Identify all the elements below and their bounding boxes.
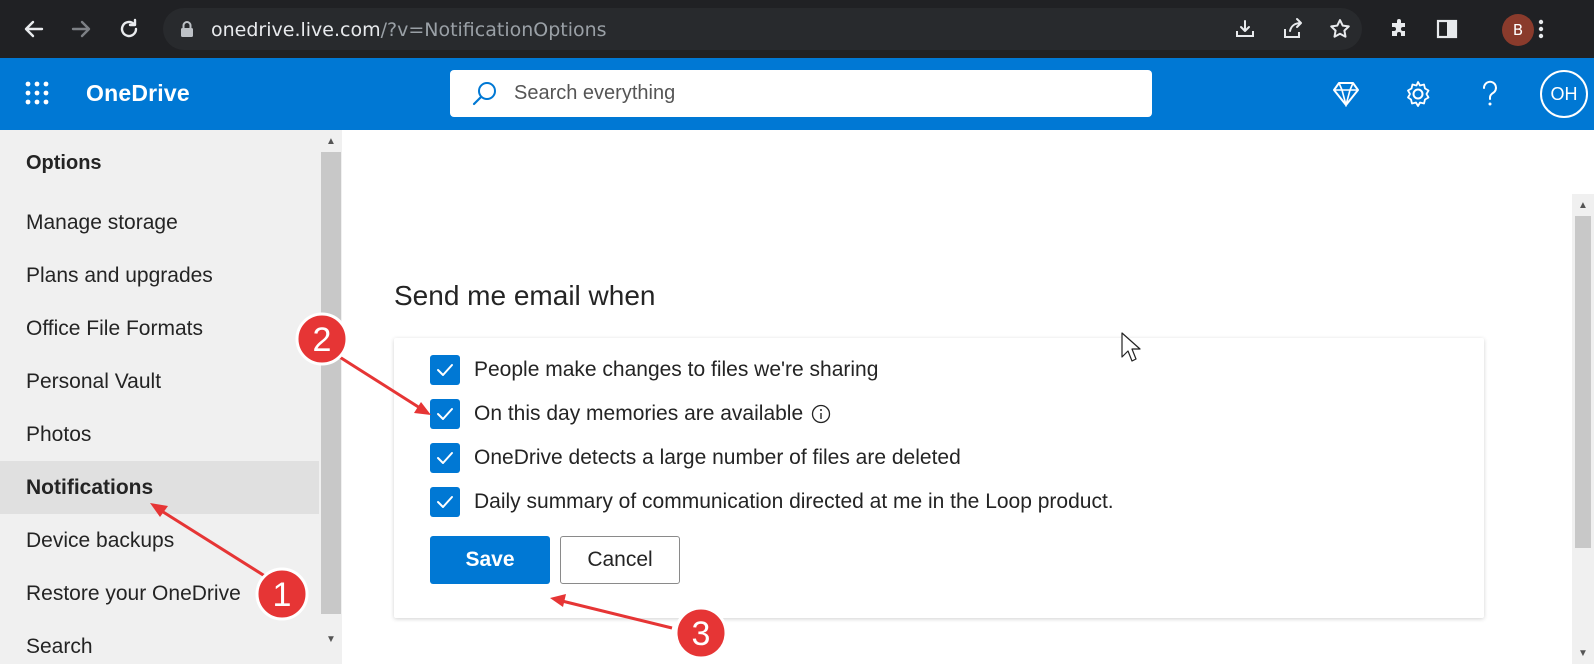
- sidebar-item-plans-and-upgrades[interactable]: Plans and upgrades: [0, 249, 319, 302]
- checkmark-icon: [437, 408, 453, 420]
- option-label: On this day memories are available: [474, 402, 804, 425]
- sidebar-scrollbar[interactable]: ▲ ▼: [320, 130, 342, 664]
- reload-icon: [120, 18, 138, 38]
- scrollbar-thumb[interactable]: [321, 152, 341, 614]
- cancel-button[interactable]: Cancel: [560, 536, 680, 584]
- option-label: People make changes to files we're shari…: [474, 358, 879, 381]
- gear-icon: [1407, 81, 1430, 107]
- save-button[interactable]: Save: [430, 536, 550, 584]
- back-button[interactable]: [17, 12, 51, 46]
- download-screen-icon: [1236, 20, 1254, 37]
- search-input[interactable]: [514, 78, 1114, 108]
- scroll-down-arrow[interactable]: ▼: [320, 630, 342, 648]
- forward-button[interactable]: [64, 12, 98, 46]
- app-brand[interactable]: OneDrive: [86, 80, 190, 107]
- checkbox-on-this-day[interactable]: [430, 399, 460, 429]
- url-text: onedrive.live.com/?v=NotificationOptions: [211, 19, 607, 41]
- question-mark-icon: [1482, 80, 1497, 106]
- diamond-icon: [1333, 82, 1359, 107]
- checkbox-mass-delete[interactable]: [430, 443, 460, 473]
- sidebar-item-office-file-formats[interactable]: Office File Formats: [0, 302, 319, 355]
- checkmark-icon: [437, 364, 453, 376]
- side-panel-icon: [1436, 19, 1458, 39]
- kebab-menu-icon: [1538, 19, 1544, 39]
- scroll-up-arrow[interactable]: ▲: [320, 132, 342, 150]
- app-launcher-button[interactable]: [22, 78, 52, 108]
- info-icon[interactable]: [811, 404, 831, 424]
- checkbox-file-changes[interactable]: [430, 355, 460, 385]
- share-button[interactable]: [1276, 12, 1310, 46]
- main-content: Send me email when People make changes t…: [342, 130, 1594, 664]
- star-icon: [1330, 19, 1350, 38]
- extensions-button[interactable]: [1383, 12, 1417, 46]
- waffle-icon: [25, 81, 49, 105]
- notification-options-card: People make changes to files we're shari…: [394, 338, 1484, 618]
- option-row: On this day memories are available: [430, 398, 831, 430]
- arrow-right-icon: [71, 20, 91, 38]
- main-scrollbar[interactable]: ▲ ▼: [1572, 194, 1594, 664]
- scroll-down-arrow[interactable]: ▼: [1572, 644, 1594, 662]
- app-header: OneDrive OH: [0, 58, 1594, 130]
- search-box[interactable]: [450, 70, 1152, 117]
- option-row: OneDrive detects a large number of files…: [430, 442, 961, 474]
- sidebar-item-search[interactable]: Search: [0, 620, 319, 664]
- side-panel-button[interactable]: [1430, 12, 1464, 46]
- address-bar[interactable]: onedrive.live.com/?v=NotificationOptions: [163, 8, 1362, 50]
- browser-menu-button[interactable]: [1524, 12, 1558, 46]
- arrow-left-icon: [24, 20, 44, 38]
- premium-button[interactable]: [1328, 76, 1364, 112]
- sidebar-item-manage-storage[interactable]: Manage storage: [0, 196, 319, 249]
- install-app-button[interactable]: [1228, 12, 1262, 46]
- option-row: People make changes to files we're shari…: [430, 354, 878, 386]
- bookmark-button[interactable]: [1323, 12, 1357, 46]
- checkmark-icon: [437, 452, 453, 464]
- puzzle-icon: [1392, 19, 1405, 36]
- sidebar-item-notifications[interactable]: Notifications: [0, 461, 319, 514]
- search-icon: [472, 81, 498, 112]
- lock-icon: [179, 20, 195, 43]
- sidebar-title: Options: [26, 152, 102, 174]
- help-button[interactable]: [1472, 76, 1508, 112]
- settings-button[interactable]: [1400, 76, 1436, 112]
- sidebar-item-restore-onedrive[interactable]: Restore your OneDrive: [0, 567, 319, 620]
- option-row: Daily summary of communication directed …: [430, 486, 1114, 518]
- sidebar-item-photos[interactable]: Photos: [0, 408, 319, 461]
- checkbox-loop-summary[interactable]: [430, 487, 460, 517]
- share-icon: [1284, 18, 1302, 38]
- browser-toolbar: onedrive.live.com/?v=NotificationOptions…: [0, 0, 1594, 58]
- sidebar-item-device-backups[interactable]: Device backups: [0, 514, 319, 567]
- scroll-up-arrow[interactable]: ▲: [1572, 196, 1594, 214]
- reload-button[interactable]: [112, 12, 146, 46]
- options-sidebar: Options Manage storage Plans and upgrade…: [0, 130, 342, 664]
- account-avatar[interactable]: OH: [1540, 70, 1588, 118]
- checkmark-icon: [437, 496, 453, 508]
- option-label: Daily summary of communication directed …: [474, 490, 1114, 513]
- scrollbar-thumb[interactable]: [1575, 216, 1591, 548]
- sidebar-item-personal-vault[interactable]: Personal Vault: [0, 355, 319, 408]
- option-label: OneDrive detects a large number of files…: [474, 446, 961, 469]
- section-title: Send me email when: [394, 280, 656, 311]
